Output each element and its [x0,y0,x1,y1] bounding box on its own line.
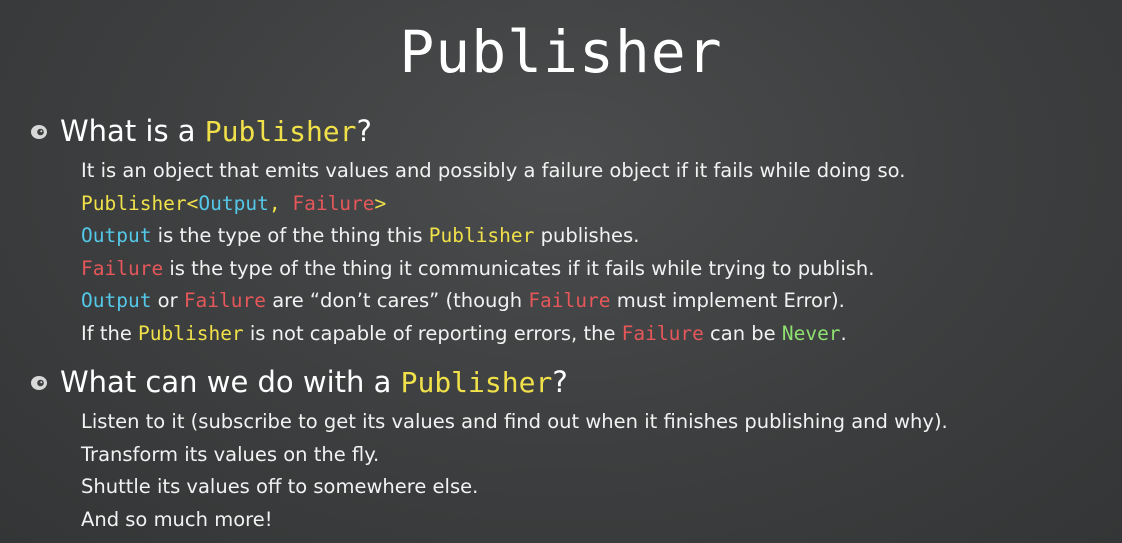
output-keyword: Output [81,289,152,312]
failure-keyword: Failure [81,256,164,280]
heading-text: ? [356,114,372,148]
line-never: If the Publisher is not capable of repor… [81,318,905,351]
line-text: are “don’t cares” (though [266,289,529,312]
line-text: Shuttle its values off to somewhere else… [81,475,479,498]
never-keyword: Never [781,321,841,345]
slide-title: Publisher [399,18,723,86]
output-keyword: Output [81,224,152,247]
publisher-keyword: Publisher [400,366,553,399]
eye-bullet-icon [31,125,47,139]
line-text: publishes. [534,224,640,247]
line-listen: Listen to it (subscribe to get its value… [81,406,948,439]
line-text: or [151,289,184,312]
line-output: Output is the type of the thing this Pub… [81,220,905,253]
line-transform: Transform its values on the fly. [81,439,948,472]
slide: Publisher What is a Publisher? It is an … [0,0,1122,543]
heading-text: What is a [60,114,205,148]
publisher-keyword: Publisher [204,115,357,148]
line-text: can be [703,321,782,345]
publisher-keyword: Publisher [138,321,244,345]
publisher-keyword: Publisher [428,224,535,247]
section-lines: It is an object that emits values and po… [81,155,905,350]
line-text: is the type of the thing this [151,224,429,247]
section-lines: Listen to it (subscribe to get its value… [81,406,948,536]
heading-text: What can we do with a [60,365,401,399]
section-heading: What can we do with a Publisher? [60,365,568,399]
output-keyword: Output [198,191,269,215]
publisher-keyword: Publisher< [81,191,199,215]
failure-keyword: Failure [292,191,375,215]
line-more: And so much more! [81,504,948,537]
line-text: . [840,321,847,345]
section-heading: What is a Publisher? [60,114,372,148]
line-text: must implement Error). [610,289,845,312]
line-text: It is an object that emits values and po… [81,159,906,182]
section-heading-row: What can we do with a Publisher? [28,362,948,402]
heading-text: ? [552,365,568,399]
section-what-is-publisher: What is a Publisher? It is an object tha… [28,111,905,350]
failure-keyword: Failure [528,289,611,312]
line-failure: Failure is the type of the thing it comm… [81,253,905,286]
line-signature: Publisher<Output, Failure> [81,188,905,221]
line-shuttle: Shuttle its values off to somewhere else… [81,471,948,504]
eye-bullet-icon [31,376,47,390]
line-text: Transform its values on the fly. [81,442,380,466]
line-text: is not capable of reporting errors, the [243,321,622,345]
line-text: Listen to it (subscribe to get its value… [81,410,948,433]
line-text: > [374,191,387,215]
line-text: , [268,191,293,215]
line-text: If the [81,321,139,345]
failure-keyword: Failure [183,289,266,312]
failure-keyword: Failure [621,321,704,345]
line-definition: It is an object that emits values and po… [81,155,905,188]
section-heading-row: What is a Publisher? [28,111,905,151]
section-what-can-we-do: What can we do with a Publisher? Listen … [28,362,948,536]
line-text: And so much more! [81,507,273,531]
line-dont-cares: Output or Failure are “don’t cares” (tho… [81,285,905,318]
line-text: is the type of the thing it communicates… [163,256,875,280]
